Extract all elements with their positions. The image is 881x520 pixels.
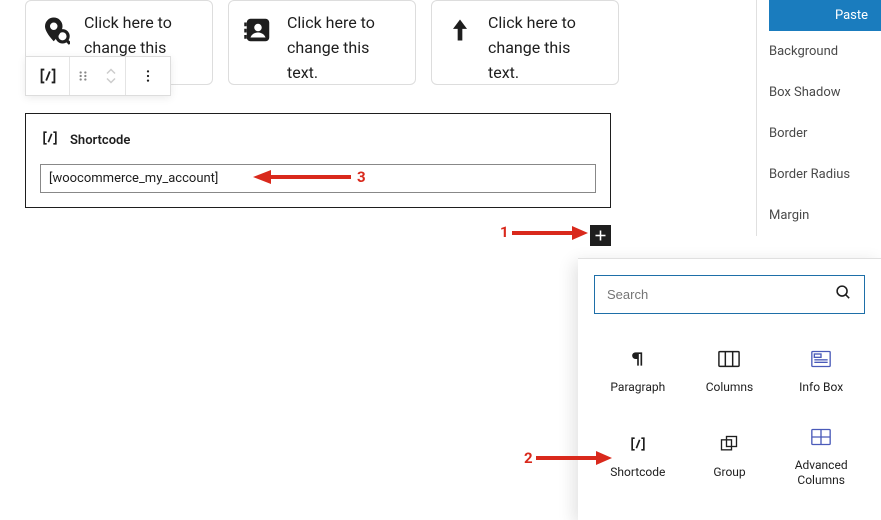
shortcode-title: Shortcode bbox=[70, 133, 130, 148]
chevron-up-icon[interactable] bbox=[106, 68, 116, 75]
block-label: Group bbox=[713, 465, 745, 481]
card-text[interactable]: Click here to change this text. bbox=[488, 11, 604, 85]
more-options-icon[interactable] bbox=[126, 57, 170, 95]
annotation-arrow-1 bbox=[512, 224, 588, 242]
add-block-button[interactable] bbox=[590, 225, 611, 246]
block-item-columns[interactable]: Columns bbox=[686, 336, 774, 406]
move-up-down[interactable] bbox=[96, 57, 126, 95]
search-icon[interactable] bbox=[835, 284, 852, 305]
advanced-columns-icon bbox=[811, 424, 831, 450]
annotation-label-2: 2 bbox=[524, 449, 533, 467]
paste-button[interactable]: Paste bbox=[769, 0, 881, 31]
card-text[interactable]: Click here to change this bbox=[84, 11, 198, 61]
location-pin-icon bbox=[40, 15, 70, 49]
shortcode-block-icon[interactable] bbox=[26, 57, 70, 95]
shortcode-block[interactable]: Shortcode bbox=[25, 113, 611, 208]
info-card[interactable]: Click here to change this text. bbox=[228, 0, 416, 85]
sidebar-item-border[interactable]: Border bbox=[757, 113, 881, 154]
group-icon bbox=[719, 431, 739, 457]
chevron-down-icon[interactable] bbox=[106, 77, 116, 84]
sidebar-item-box-shadow[interactable]: Box Shadow bbox=[757, 72, 881, 113]
block-search-input[interactable] bbox=[607, 287, 835, 302]
block-grid: Paragraph Columns Info Box Shortcode Gro… bbox=[594, 336, 865, 499]
style-sidebar: Paste Background Box Shadow Border Borde… bbox=[756, 0, 881, 236]
block-item-advanced-columns[interactable]: Advanced Columns bbox=[777, 414, 865, 499]
block-inserter-popover: Paragraph Columns Info Box Shortcode Gro… bbox=[578, 258, 881, 520]
search-wrap bbox=[594, 275, 865, 314]
block-toolbar bbox=[25, 56, 171, 96]
block-label: Advanced Columns bbox=[781, 458, 861, 489]
block-item-paragraph[interactable]: Paragraph bbox=[594, 336, 682, 406]
columns-icon bbox=[718, 346, 740, 372]
sidebar-item-background[interactable]: Background bbox=[757, 31, 881, 72]
sidebar-item-border-radius[interactable]: Border Radius bbox=[757, 154, 881, 195]
block-label: Columns bbox=[706, 380, 754, 396]
block-label: Shortcode bbox=[610, 465, 665, 481]
annotation-arrow-3 bbox=[253, 168, 351, 186]
block-item-info-box[interactable]: Info Box bbox=[777, 336, 865, 406]
drag-handle-icon[interactable] bbox=[70, 57, 96, 95]
info-box-icon bbox=[811, 346, 831, 372]
block-item-group[interactable]: Group bbox=[686, 414, 774, 499]
shortcode-header: Shortcode bbox=[40, 128, 596, 152]
annotation-arrow-2 bbox=[536, 449, 612, 467]
annotation-label-3: 3 bbox=[357, 168, 366, 186]
block-label: Paragraph bbox=[610, 380, 665, 396]
shortcode-icon bbox=[628, 431, 648, 457]
annotation-label-1: 1 bbox=[500, 223, 509, 241]
info-card[interactable]: Click here to change this text. bbox=[431, 0, 619, 85]
paragraph-icon bbox=[628, 346, 648, 372]
card-text[interactable]: Click here to change this text. bbox=[287, 11, 401, 85]
contact-card-icon bbox=[243, 15, 273, 49]
block-label: Info Box bbox=[799, 380, 843, 396]
shortcode-icon bbox=[40, 128, 60, 152]
sidebar-item-margin[interactable]: Margin bbox=[757, 195, 881, 236]
arrow-up-icon bbox=[446, 15, 474, 49]
